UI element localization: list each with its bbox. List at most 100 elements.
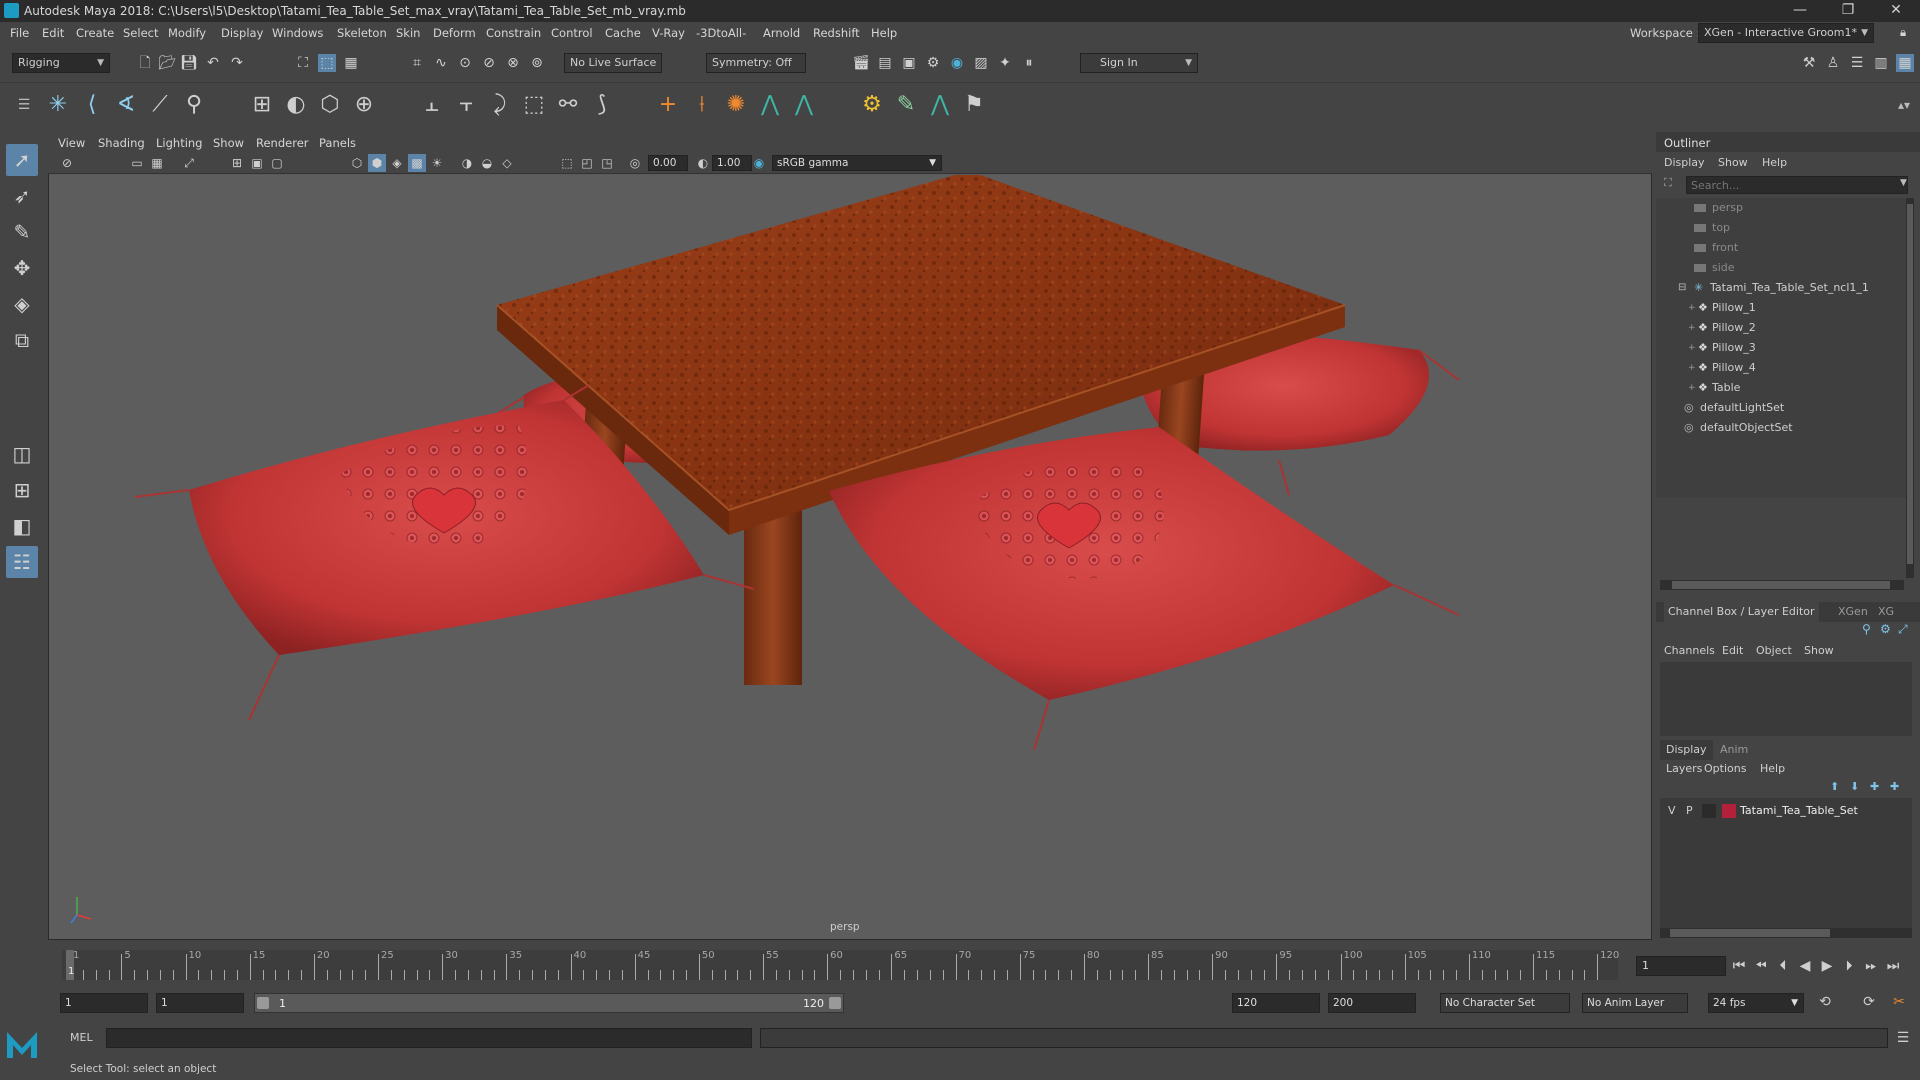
channel-icon-a[interactable]: ⚲ [1862,622,1871,636]
viewport-canvas[interactable]: persp [49,171,1651,939]
outliner-item-pillow-2[interactable]: + ❖ Pillow_2 [1656,318,1906,338]
outliner-item-side[interactable]: side [1656,258,1906,278]
undo-icon[interactable]: ↶ [204,54,222,72]
outliner-item-pillow-4[interactable]: + ❖ Pillow_4 [1656,358,1906,378]
bind-skin-icon[interactable]: ⊞ [248,91,276,119]
layer-scrollbar[interactable] [1660,928,1912,938]
constraint-pole-icon[interactable]: ⟆ [588,91,616,119]
resolution-gate-icon[interactable]: ▢ [268,154,286,172]
channelbox-menu-show[interactable]: Show [1804,644,1834,657]
menu-modify[interactable]: Modify [168,26,206,40]
xray-icon[interactable]: ◰ [578,154,596,172]
lasso-tool-icon[interactable]: ➶ [6,180,38,212]
current-frame-field[interactable]: 1 [1636,956,1726,976]
ambient-occlusion-icon[interactable]: ◒ [478,154,496,172]
new-layer-selected-icon[interactable]: ✚ [1890,780,1899,793]
menu-create[interactable]: Create [76,26,114,40]
rig-a-icon[interactable]: ⋀ [756,91,784,119]
lock-icon[interactable]: 🔒︎ [1900,25,1906,40]
layer-visibility-toggle[interactable]: V [1668,804,1676,817]
joint-tool-icon[interactable]: ✳ [44,91,72,119]
outliner-menu-help[interactable]: Help [1762,156,1787,169]
menu-cache[interactable]: Cache [605,26,641,40]
constraint-aim-icon[interactable]: ⫟ [452,91,480,119]
paint-select-tool-icon[interactable]: ✎ [6,216,38,248]
expand-icon[interactable]: + [1688,358,1696,378]
scrollbar-thumb[interactable] [1907,204,1913,564]
render-settings-icon[interactable]: ⚙︎ [924,54,942,72]
loop-icon[interactable]: ⟲ [1816,993,1834,1011]
channelbox-menu-object[interactable]: Object [1756,644,1792,657]
menu-skeleton[interactable]: Skeleton [337,26,387,40]
go-to-end-icon[interactable]: ⏭︎ [1884,957,1902,975]
constraint-parent-icon[interactable]: ⚯ [554,91,582,119]
camera-attributes-icon[interactable]: ⊘ [58,154,76,172]
image-plane-icon[interactable]: ▦ [148,154,166,172]
shelf-scroll-icon[interactable]: ▴▾ [1890,91,1918,119]
insert-joint-icon[interactable]: ⟋ [146,91,174,119]
constraint-orient-icon[interactable]: ⤸ [486,91,514,119]
tab-anim-layers[interactable]: Anim [1720,740,1748,760]
viewport-menu-show[interactable]: Show [213,136,244,150]
menu-help[interactable]: Help [871,26,897,40]
redo-icon[interactable]: ↷ [228,54,246,72]
render-view-icon[interactable]: ▨ [972,54,990,72]
snap-curve-icon[interactable]: ∿ [432,54,450,72]
snap-view-icon[interactable]: ⊘ [480,54,498,72]
snap-grid-icon[interactable]: ⌗ [408,54,426,72]
anim-layer-dropdown[interactable]: No Anim Layer [1582,993,1688,1013]
new-scene-icon[interactable]: 🗋 [136,54,154,72]
preferences-icon[interactable]: ✂ [1890,993,1908,1011]
playback-end-field[interactable]: 120 [1232,993,1320,1013]
snap-point-icon[interactable]: ⊙ [456,54,474,72]
expand-icon[interactable]: + [1688,378,1696,398]
render-frame-icon[interactable]: 🎬︎ [852,54,870,72]
layer-row[interactable]: V P Tatami_Tea_Table_Set [1660,802,1912,820]
viewport-menu-lighting[interactable]: Lighting [156,136,202,150]
expand-icon[interactable]: + [1688,318,1696,338]
command-result-field[interactable] [760,1028,1888,1048]
rig-c-icon[interactable]: ⋀ [926,91,954,119]
hypershade-icon[interactable]: ◉ [948,54,966,72]
shelf-menu-icon[interactable]: ☰ [10,91,38,119]
menu-redshift[interactable]: Redshift [813,26,860,40]
cluster-icon[interactable]: ⊕ [350,91,378,119]
outliner-item-persp[interactable]: persp [1656,198,1906,218]
range-end-handle[interactable] [829,997,841,1009]
rotate-tool-icon[interactable]: ◈ [6,288,38,320]
menu-deform[interactable]: Deform [433,26,476,40]
range-start-handle[interactable] [257,997,269,1009]
render-sequence-icon[interactable]: ▤ [876,54,894,72]
gamma-field[interactable]: 1.00 [712,155,752,171]
four-view-layout-icon[interactable]: ⊞ [6,474,38,506]
outliner-filter-icon[interactable]: ⛶ [1664,176,1672,190]
select-component-icon[interactable]: ▦ [342,54,360,72]
2d-pan-zoom-icon[interactable]: ⤢ [180,154,198,172]
lights-icon[interactable]: ☀︎ [428,154,446,172]
outliner-item-table[interactable]: + ❖ Table [1656,378,1906,398]
playback-start-field[interactable]: 1 [156,993,244,1013]
grid-toggle-icon[interactable]: ⊞ [228,154,246,172]
menu-set-dropdown[interactable]: Rigging ▼ [12,53,110,73]
outliner-item-default-object-set[interactable]: ◎ defaultObjectSet [1656,418,1906,438]
shadows-icon[interactable]: ◑ [458,154,476,172]
move-layer-down-icon[interactable]: ⬇︎ [1850,780,1859,793]
scrollbar-thumb[interactable] [1672,581,1890,589]
open-scene-icon[interactable]: 📂︎ [158,54,176,72]
outliner-layout-icon[interactable]: ☷ [6,546,38,578]
tab-xg[interactable]: XG [1878,602,1894,622]
maximize-button[interactable]: ❐ [1828,0,1868,22]
film-gate-icon[interactable]: ▣ [248,154,266,172]
symmetry-dropdown[interactable]: Symmetry: Off [706,53,806,73]
outliner-item-group[interactable]: ⊟ ✳ Tatami_Tea_Table_Set_ncl1_1 [1656,278,1906,298]
animation-start-field[interactable]: 1 [60,993,148,1013]
move-layer-up-icon[interactable]: ⬆︎ [1830,780,1839,793]
channelbox-menu-channels[interactable]: Channels [1664,644,1715,657]
script-editor-icon[interactable]: ☰ [1894,1029,1912,1047]
menu-file[interactable]: File [10,26,29,40]
play-forwards-icon[interactable]: ▶︎ [1818,957,1836,975]
layer-color-swatch[interactable] [1722,804,1736,818]
move-tool-icon[interactable]: ✥ [6,252,38,284]
viewport-menu-view[interactable]: View [58,136,85,150]
outliner-search-input[interactable] [1686,176,1908,194]
